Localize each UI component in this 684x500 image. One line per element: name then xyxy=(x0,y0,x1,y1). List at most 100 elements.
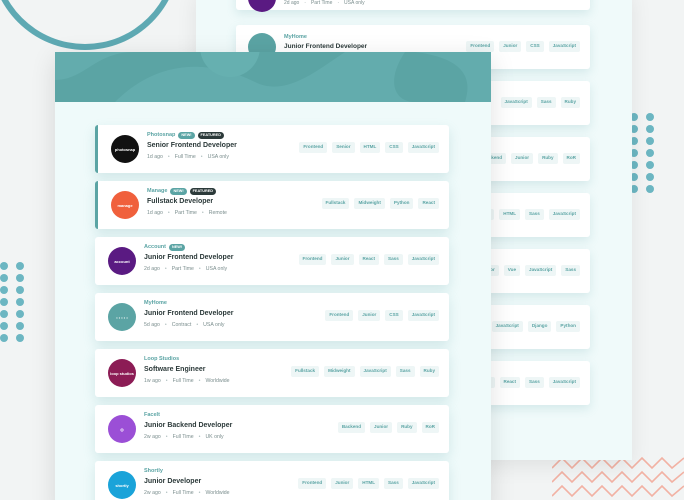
tag-filter[interactable]: Python xyxy=(389,198,414,209)
company-logo: photosnap xyxy=(111,135,139,163)
company-logo: manage xyxy=(111,191,139,219)
tag[interactable]: Sass xyxy=(525,209,544,220)
tag[interactable]: JavaScript xyxy=(548,209,580,220)
tag-filter[interactable]: Backend xyxy=(337,422,366,433)
tag[interactable]: Sass xyxy=(561,265,580,276)
posted-at: 2w ago xyxy=(144,434,161,440)
company-name[interactable]: Shortly xyxy=(144,468,163,474)
company-logo-text: account xyxy=(114,258,130,264)
company-name[interactable]: MyHome xyxy=(144,300,167,306)
tag-filter[interactable]: JavaScript xyxy=(407,254,439,265)
tag[interactable]: HTML xyxy=(499,209,521,220)
tag-filter[interactable]: Junior xyxy=(331,478,354,489)
tag[interactable]: JavaScript xyxy=(548,377,580,388)
job-position[interactable]: Junior Frontend Developer xyxy=(144,310,233,317)
decorative-arc xyxy=(0,0,180,50)
job-position[interactable]: Junior Developer xyxy=(144,478,201,485)
tag[interactable]: JavaScript xyxy=(491,321,523,332)
contract-type: Full Time xyxy=(174,154,196,160)
featured-badge: Featured xyxy=(189,188,216,195)
job-card[interactable]: shortly Shortly Junior Developer 2w ago • Ful… xyxy=(95,461,449,500)
company-name[interactable]: Loop Studios xyxy=(144,356,179,362)
tag-list: Frontend Junior HTML Sass JavaScript xyxy=(298,478,439,489)
posted-at: 1d ago xyxy=(147,210,163,216)
job-card[interactable]: ◎ FaceIt Junior Backend Developer 2w ago • Fu… xyxy=(95,405,449,453)
tag-filter[interactable]: Junior xyxy=(358,310,381,321)
job-card[interactable]: photosnap Photosnap New! Featured Senior Fro… xyxy=(95,125,449,173)
tag-filter[interactable]: JavaScript xyxy=(407,310,439,321)
tag-filter[interactable]: Ruby xyxy=(397,422,417,433)
contract-type: Full Time xyxy=(172,490,194,496)
tag[interactable]: JavaScript xyxy=(525,265,557,276)
contract-type: Part Time xyxy=(174,210,197,216)
job-position[interactable]: Fullstack Developer xyxy=(147,198,213,205)
job-card[interactable]: loop studios Loop Studios Software Enginee… xyxy=(95,349,449,397)
tag[interactable]: Python xyxy=(556,321,580,332)
tag[interactable]: React xyxy=(499,377,521,388)
tag-filter[interactable]: Fullstack xyxy=(321,198,350,209)
company-name[interactable]: Manage xyxy=(147,188,167,194)
tag-filter[interactable]: Fullstack xyxy=(291,366,320,377)
tag-filter[interactable]: JavaScript xyxy=(407,478,439,489)
tag-filter[interactable]: HTML xyxy=(359,142,381,153)
tag-list: Frontend Junior CSS JavaScript xyxy=(325,310,439,321)
job-card[interactable]: • • • • • MyHome Junior Frontend Developer… xyxy=(95,293,449,341)
tag-filter[interactable]: CSS xyxy=(385,142,403,153)
tag[interactable]: JavaScript xyxy=(548,41,580,52)
job-position[interactable]: Junior Frontend Developer xyxy=(284,43,367,50)
company-name[interactable]: Photosnap xyxy=(147,132,175,138)
job-card[interactable]: manage Manage New! Featured Fullstack Develo… xyxy=(95,181,449,229)
tag-filter[interactable]: JavaScript xyxy=(359,366,391,377)
tag-filter[interactable]: Senior xyxy=(332,142,355,153)
company-name[interactable]: FaceIt xyxy=(144,412,160,418)
tag-filter[interactable]: RoR xyxy=(421,422,439,433)
tag-filter[interactable]: Sass xyxy=(395,366,415,377)
tag[interactable]: Ruby xyxy=(538,153,558,164)
job-location: Worldwide xyxy=(205,378,230,384)
tag[interactable]: Django xyxy=(527,321,552,332)
decorative-zigzag xyxy=(552,456,684,498)
tag-filter[interactable]: Sass xyxy=(384,478,403,489)
tag[interactable]: RoR xyxy=(562,153,580,164)
company-name: MyHome xyxy=(284,34,307,40)
tag-list: Fullstack Midweight JavaScript Sass Ruby xyxy=(291,366,439,377)
tag-filter[interactable]: Midweight xyxy=(324,366,355,377)
tag-filter[interactable]: Junior xyxy=(370,422,393,433)
tag-filter[interactable]: Frontend xyxy=(299,142,328,153)
tag[interactable]: JavaScript xyxy=(500,97,532,108)
job-card[interactable]: account Account New! Junior Frontend Develo… xyxy=(95,237,449,285)
tag[interactable]: Vue xyxy=(503,265,521,276)
tag-filter[interactable]: Sass xyxy=(384,254,403,265)
tag[interactable]: Frontend xyxy=(466,41,495,52)
tag-filter[interactable]: Frontend xyxy=(298,478,327,489)
tag-filter[interactable]: Frontend xyxy=(298,254,327,265)
company-name[interactable]: Account xyxy=(144,244,166,250)
tag-filter[interactable]: CSS xyxy=(385,310,403,321)
tag[interactable]: Ruby xyxy=(560,97,580,108)
job-position[interactable]: Senior Frontend Developer xyxy=(147,142,237,149)
job-meta: 2w ago • Full Time • UK only xyxy=(144,434,224,440)
job-position[interactable]: Junior Frontend Developer xyxy=(144,254,233,261)
tag-filter[interactable]: React xyxy=(418,198,439,209)
tag-filter[interactable]: Junior xyxy=(331,254,354,265)
tag[interactable]: Sass xyxy=(525,377,544,388)
job-position[interactable]: Junior Backend Developer xyxy=(144,422,232,429)
featured-badge: Featured xyxy=(197,132,224,139)
job-card[interactable]: 2d ago · Part Time · USA only xyxy=(236,0,590,12)
tag[interactable]: Junior xyxy=(511,153,534,164)
tag[interactable]: Junior xyxy=(499,41,522,52)
tag-filter[interactable]: Frontend xyxy=(325,310,354,321)
tag[interactable]: CSS xyxy=(526,41,544,52)
tag-filter[interactable]: React xyxy=(358,254,380,265)
posted-at: 2d ago xyxy=(144,266,160,272)
tag-filter[interactable]: JavaScript xyxy=(407,142,439,153)
job-position[interactable]: Software Engineer xyxy=(144,366,205,373)
job-meta: 1w ago • Full Time • Worldwide xyxy=(144,378,230,384)
job-list-page: photosnap Photosnap New! Featured Senior Fro… xyxy=(55,52,491,500)
tag-filter[interactable]: Ruby xyxy=(419,366,439,377)
tag-filter[interactable]: HTML xyxy=(358,478,380,489)
company-line: Shortly xyxy=(144,468,163,474)
tag[interactable]: Sass xyxy=(536,97,556,108)
tag-filter[interactable]: Midweight xyxy=(354,198,385,209)
posted-at: 5d ago xyxy=(144,322,160,328)
